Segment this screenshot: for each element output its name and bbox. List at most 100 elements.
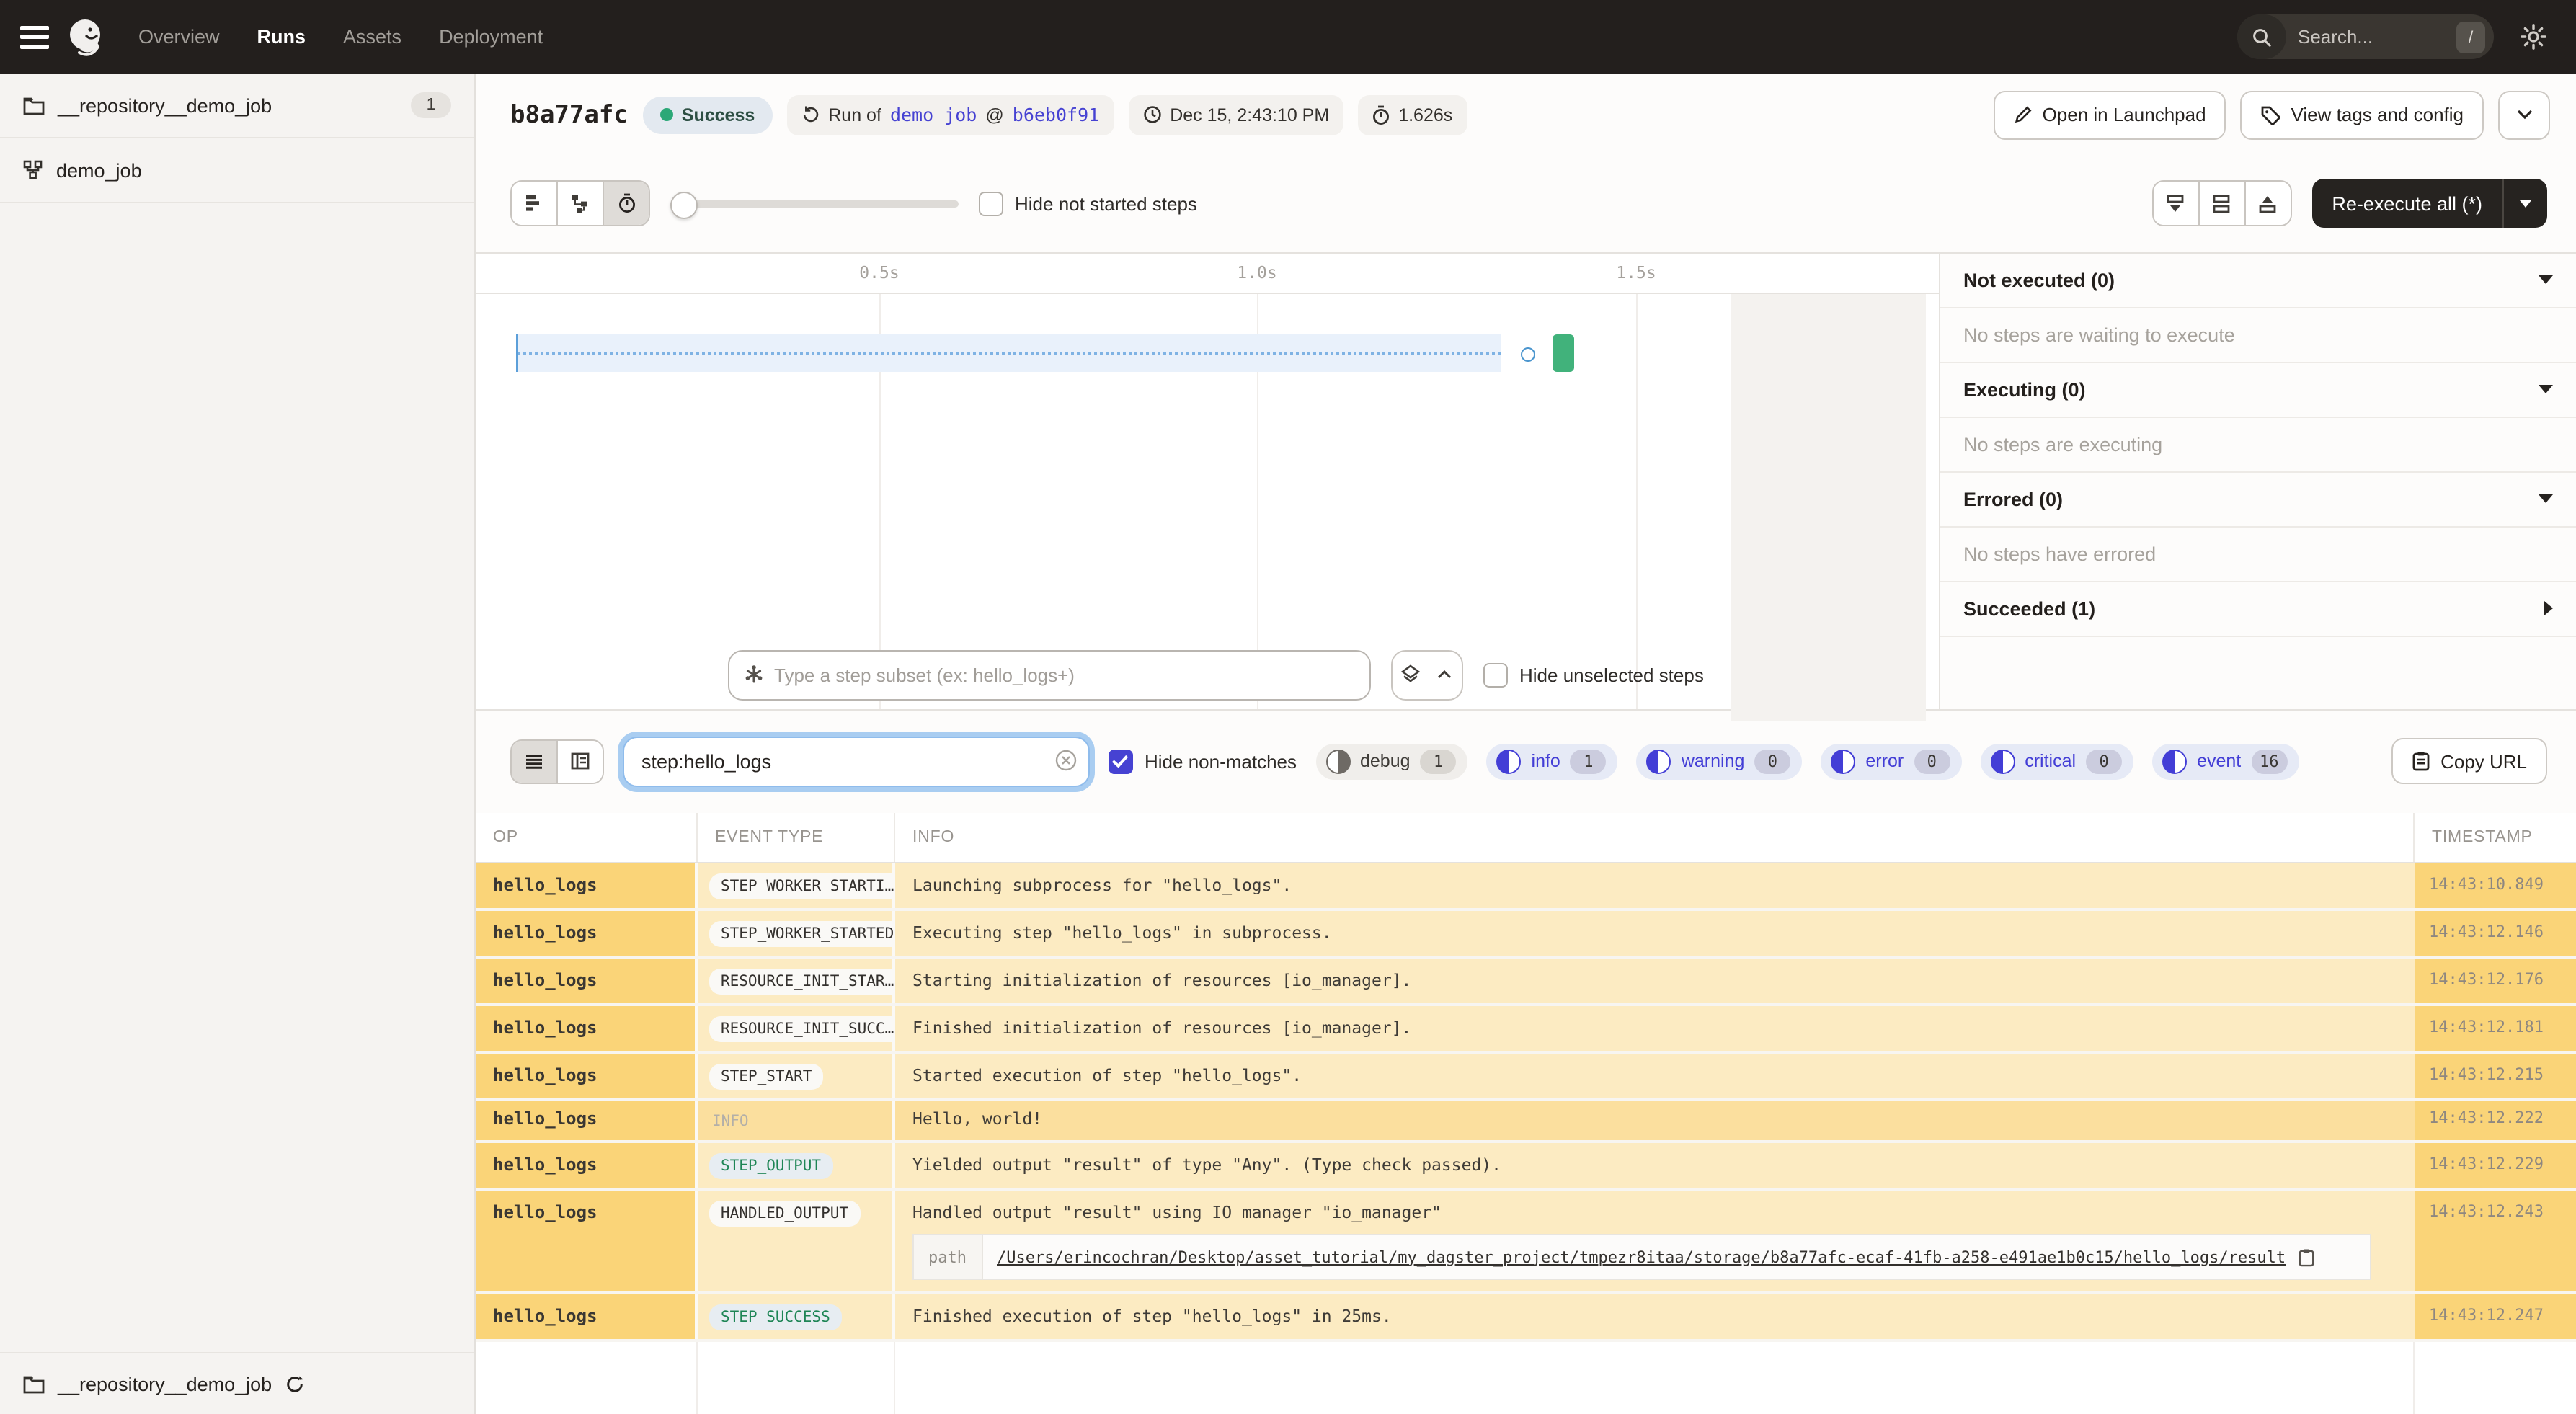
section-errored[interactable]: Errored (0) (1940, 472, 2576, 528)
log-row[interactable]: hello_logs STEP_SUCCESS Finished executi… (476, 1294, 2576, 1343)
timestamp-cell[interactable]: 14:43:12.146 (2415, 911, 2576, 956)
op-selector-icon (745, 665, 763, 683)
section-succeeded[interactable]: Succeeded (1) (1940, 582, 2576, 637)
timestamp-cell[interactable]: 14:43:12.176 (2415, 959, 2576, 1004)
commit-link[interactable]: b6eb0f91 (1013, 104, 1099, 125)
toggle-switch-icon (1990, 749, 2015, 774)
timestamp-cell[interactable]: 14:43:10.849 (2415, 863, 2576, 909)
nav-overview[interactable]: Overview (138, 26, 220, 48)
timestamp-cell[interactable]: 14:43:12.215 (2415, 1054, 2576, 1099)
path-link[interactable]: /Users/erincochran/Desktop/asset_tutoria… (997, 1248, 2286, 1266)
step-subset-placeholder: Type a step subset (ex: hello_logs+) (774, 664, 1075, 686)
timestamp-cell[interactable]: 14:43:12.229 (2415, 1143, 2576, 1188)
log-filter-input[interactable] (623, 736, 1090, 787)
gantt-flat-view-button[interactable] (512, 182, 558, 226)
timestamp-cell[interactable]: 14:43:12.243 (2415, 1191, 2576, 1292)
axis-tick: 1.0s (1237, 262, 1277, 283)
gantt-time-axis: 0.5s 1.0s 1.5s (476, 253, 1939, 294)
info-cell: Handled output "result" using IO manager… (895, 1191, 2415, 1292)
reexecute-button[interactable]: Re-execute all (*) (2311, 179, 2547, 228)
slider-knob[interactable] (670, 192, 698, 220)
nav-runs[interactable]: Runs (257, 26, 306, 48)
timestamp-cell[interactable]: 14:43:12.181 (2415, 1006, 2576, 1051)
col-header-info: INFO (895, 813, 2415, 863)
event-type-cell: STEP_WORKER_STARTED (698, 911, 906, 956)
hide-unselected-checkbox-row[interactable]: Hide unselected steps (1483, 662, 1704, 688)
gantt-zoom-slider[interactable] (670, 182, 959, 226)
event-type-cell: RESOURCE_INIT_STAR… (698, 959, 906, 1004)
section-not-executed-empty: No steps are waiting to execute (1940, 308, 2576, 363)
nav-deployment[interactable]: Deployment (439, 26, 543, 48)
hide-not-started-checkbox[interactable] (979, 191, 1003, 216)
log-row[interactable]: hello_logs STEP_START Started execution … (476, 1054, 2576, 1102)
panel-bottom-button[interactable] (2153, 182, 2200, 226)
op-cell: hello_logs (476, 1006, 698, 1051)
gantt-timed-view-button[interactable] (604, 182, 649, 226)
dagster-logo-icon[interactable] (66, 17, 107, 57)
graph-query-layers-icon[interactable] (1393, 651, 1427, 698)
reexecute-label[interactable]: Re-execute all (*) (2311, 179, 2502, 228)
job-link[interactable]: demo_job (890, 104, 977, 125)
log-row[interactable]: hello_logs STEP_OUTPUT Yielded output "r… (476, 1143, 2576, 1191)
section-executing-empty: No steps are executing (1940, 417, 2576, 473)
log-row-user-info[interactable]: hello_logs INFO Hello, world! 14:43:12.2… (476, 1101, 2576, 1144)
event-type-tag: INFO (712, 1113, 749, 1131)
clear-filter-icon[interactable] (1055, 750, 1077, 771)
panel-split-button[interactable] (2199, 182, 2246, 226)
log-row[interactable]: hello_logs RESOURCE_INIT_SUCC… Finished … (476, 1006, 2576, 1054)
gantt-chart[interactable]: 0.5s 1.0s 1.5s Type a step subset (ex: h… (476, 253, 1939, 721)
reexecute-dropdown-button[interactable] (2502, 179, 2547, 228)
subset-collapse-caret[interactable] (1427, 651, 1462, 698)
settings-gear-icon[interactable] (2520, 23, 2547, 50)
section-executing[interactable]: Executing (0) (1940, 363, 2576, 418)
hamburger-menu-icon[interactable] (20, 25, 49, 48)
run-status-badge: Success (642, 96, 773, 133)
level-toggle-critical[interactable]: critical 0 (1980, 743, 2134, 780)
run-header: b8a77afc Success Run of demo_job @ b6eb0… (476, 74, 2576, 156)
sidebar-repository-item[interactable]: __repository__demo_job 1 (0, 74, 474, 138)
op-cell: hello_logs (476, 911, 698, 956)
reload-icon[interactable] (285, 1374, 303, 1393)
section-not-executed[interactable]: Not executed (0) (1940, 253, 2576, 308)
op-cell: hello_logs (476, 1191, 698, 1292)
event-type-cell: STEP_START (698, 1054, 895, 1099)
sidebar-footer-repository[interactable]: __repository__demo_job (0, 1352, 474, 1414)
log-row[interactable]: hello_logs RESOURCE_INIT_STAR… Starting … (476, 959, 2576, 1007)
info-cell: Executing step "hello_logs" in subproces… (895, 911, 2415, 956)
log-structured-view-button[interactable] (558, 740, 603, 783)
gantt-waterfall-view-button[interactable] (558, 182, 604, 226)
hide-unselected-checkbox[interactable] (1483, 662, 1508, 688)
copy-path-clipboard-icon[interactable] (2297, 1248, 2314, 1266)
level-toggle-event[interactable]: event 16 (2152, 743, 2299, 780)
header-more-actions-button[interactable] (2498, 90, 2550, 139)
hide-non-matches-row[interactable]: Hide non-matches (1109, 749, 1297, 774)
subset-options-group (1391, 649, 1463, 701)
level-toggle-debug[interactable]: debug 1 (1315, 743, 1468, 780)
triangle-down-icon (2539, 494, 2553, 504)
view-tags-config-button[interactable]: View tags and config (2240, 90, 2484, 139)
global-search-input[interactable]: Search... / (2237, 14, 2494, 59)
gantt-step-bar-hello-logs[interactable] (1553, 334, 1574, 372)
step-subset-input[interactable]: Type a step subset (ex: hello_logs+) (728, 649, 1371, 701)
event-type-cell: INFO (698, 1101, 895, 1141)
level-toggle-error[interactable]: error 0 (1821, 743, 1962, 780)
run-of-chip: Run of demo_job @ b6eb0f91 (786, 94, 1114, 135)
hide-not-started-checkbox-row[interactable]: Hide not started steps (979, 191, 1197, 216)
hide-non-matches-checkbox[interactable] (1109, 749, 1133, 774)
sidebar-job-item[interactable]: demo_job (0, 138, 474, 203)
level-toggle-info[interactable]: info 1 (1486, 743, 1618, 780)
log-stream-view-button[interactable] (512, 740, 558, 783)
nav-assets[interactable]: Assets (343, 26, 401, 48)
timestamp-cell[interactable]: 14:43:12.222 (2415, 1101, 2576, 1141)
timestamp-cell[interactable]: 14:43:12.247 (2415, 1294, 2576, 1340)
log-row[interactable]: hello_logs STEP_WORKER_STARTI… Launching… (476, 863, 2576, 912)
toggle-switch-icon (1646, 749, 1671, 774)
copy-url-button[interactable]: Copy URL (2391, 738, 2547, 785)
level-toggle-warning[interactable]: warning 0 (1636, 743, 1803, 780)
col-header-op: OP (476, 813, 698, 863)
log-row[interactable]: hello_logs STEP_WORKER_STARTED Executing… (476, 911, 2576, 959)
run-duration-chip: 1.626s (1358, 94, 1467, 135)
panel-top-button[interactable] (2245, 182, 2291, 226)
open-in-launchpad-button[interactable]: Open in Launchpad (1993, 90, 2226, 139)
log-row-handled-output[interactable]: hello_logs HANDLED_OUTPUT Handled output… (476, 1191, 2576, 1295)
